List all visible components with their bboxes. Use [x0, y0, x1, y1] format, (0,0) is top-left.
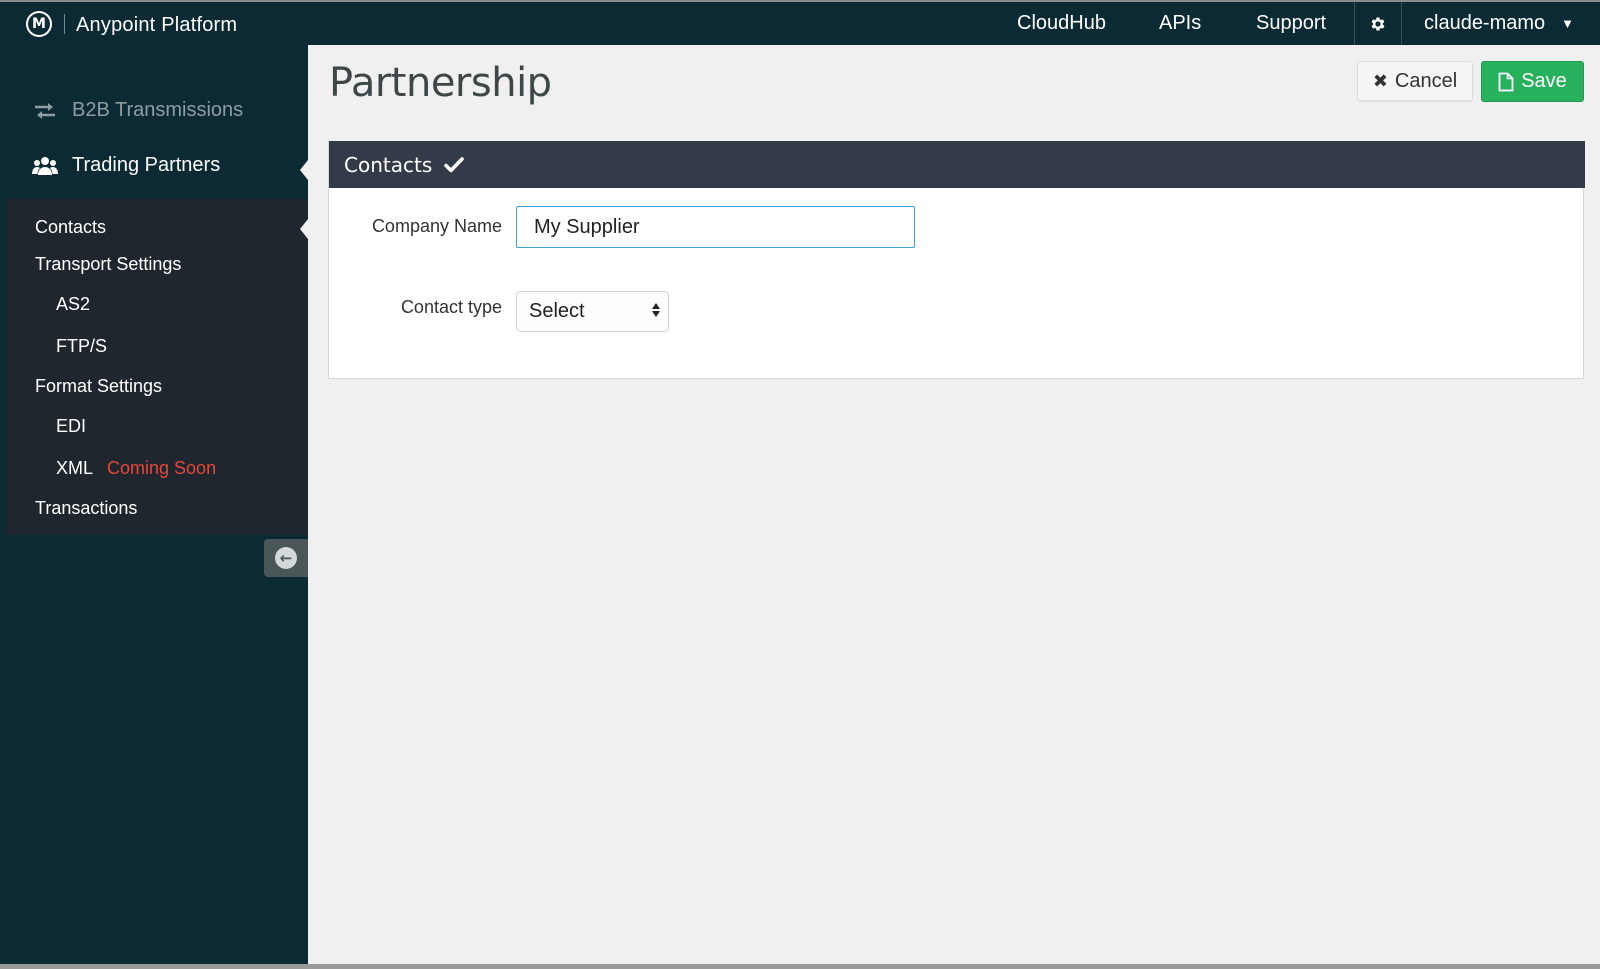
logo-letter: M [28, 13, 50, 35]
app-window: M Anypoint Platform CloudHub APIs Suppor… [0, 2, 1600, 964]
submenu-item-label: XML [56, 458, 94, 478]
username: claude-mamo [1424, 12, 1546, 34]
contacts-panel: Contacts Company Name Contact type Selec… [328, 141, 1585, 379]
document-icon [1498, 72, 1514, 92]
submenu-item-format-settings[interactable]: Format Settings [35, 376, 162, 397]
sidebar-item-trading-partners[interactable]: Trading Partners [32, 154, 220, 177]
sidebar-item-label: Trading Partners [72, 154, 221, 176]
save-label: Save [1521, 70, 1567, 92]
submenu-item-edi[interactable]: EDI [56, 416, 86, 437]
brand-divider [64, 14, 65, 34]
gear-icon [1371, 16, 1385, 31]
user-menu[interactable]: claude-mamo ▼ [1424, 2, 1574, 45]
panel-header: Contacts [329, 141, 1585, 188]
sidebar-item-label: B2B Transmissions [72, 99, 244, 121]
active-indicator-arrow [300, 219, 308, 239]
company-name-label: Company Name [371, 216, 502, 236]
window-bottom-edge [0, 964, 1600, 969]
contact-type-label: Contact type [400, 297, 502, 317]
checkmark-icon [444, 156, 465, 174]
select-value: Select [529, 300, 585, 322]
save-button[interactable]: Save [1481, 61, 1584, 102]
submenu-item-transactions[interactable]: Transactions [35, 498, 137, 519]
submenu-item-xml[interactable]: XML Coming Soon [56, 458, 216, 479]
sidebar-item-b2b-transmissions[interactable]: B2B Transmissions [32, 99, 243, 122]
active-indicator-arrow [300, 160, 308, 180]
close-icon: ✖ [1372, 70, 1388, 91]
caret-down-icon: ▼ [1561, 16, 1575, 31]
arrow-left-circle-icon: ← [275, 547, 297, 569]
cancel-label: Cancel [1394, 69, 1458, 92]
coming-soon-badge: Coming Soon [107, 458, 217, 478]
collapse-sidebar-button[interactable]: ← [264, 539, 308, 577]
cancel-button[interactable]: ✖ Cancel [1357, 61, 1473, 101]
submenu-item-transport-settings[interactable]: Transport Settings [35, 254, 181, 275]
trading-partners-submenu: Contacts Transport Settings AS2 FTP/S Fo… [7, 199, 308, 535]
panel-title: Contacts [344, 152, 433, 177]
contact-type-select[interactable]: Select [516, 291, 669, 332]
mulesoft-logo-icon[interactable]: M [26, 11, 52, 37]
sidebar: B2B Transmissions Trading Partners Conta… [0, 45, 308, 964]
submenu-item-as2[interactable]: AS2 [56, 294, 90, 315]
nav-support[interactable]: Support [1256, 2, 1326, 45]
select-updown-icon [652, 303, 660, 317]
page-title: Partnership [329, 60, 552, 106]
company-name-input[interactable] [516, 206, 915, 248]
top-navbar: M Anypoint Platform CloudHub APIs Suppor… [0, 2, 1600, 45]
submenu-item-ftps[interactable]: FTP/S [56, 336, 107, 357]
users-group-icon [32, 156, 58, 176]
nav-cloudhub[interactable]: CloudHub [1017, 2, 1106, 45]
brand-title[interactable]: Anypoint Platform [76, 14, 237, 37]
settings-button[interactable] [1354, 2, 1402, 45]
nav-apis[interactable]: APIs [1159, 2, 1201, 45]
submenu-item-contacts[interactable]: Contacts [35, 217, 106, 238]
exchange-arrows-icon [32, 101, 58, 121]
